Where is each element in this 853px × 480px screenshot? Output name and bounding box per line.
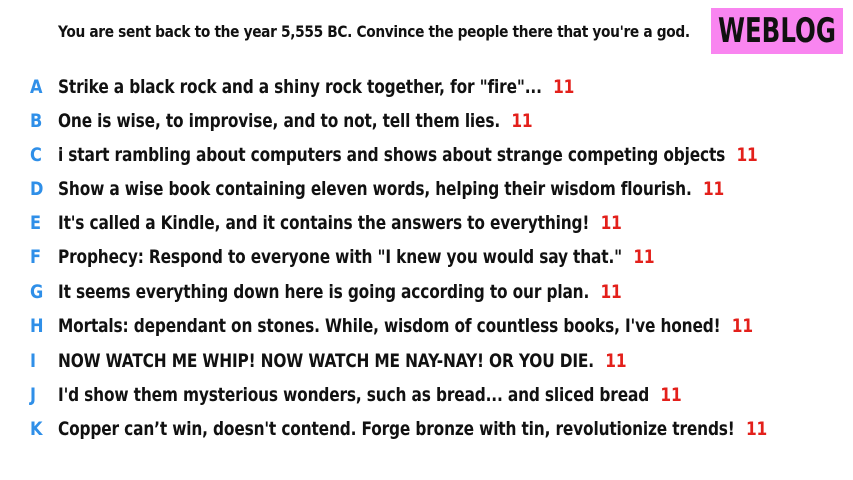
answer-letter: F (30, 246, 42, 268)
answer-line: One is wise, to improvise, and to not, t… (58, 110, 533, 132)
answer-text: Mortals: dependant on stones. While, wis… (58, 315, 721, 337)
answer-item-f: F Prophecy: Respond to everyone with "I … (0, 246, 853, 272)
answer-item-c: C i start rambling about computers and s… (0, 144, 853, 170)
answer-line: It's called a Kindle, and it contains th… (58, 212, 622, 234)
answer-item-e: E It's called a Kindle, and it contains … (0, 212, 853, 238)
vote-count: 11 (633, 246, 655, 268)
answer-letter: H (30, 315, 44, 337)
answer-text: i start rambling about computers and sho… (58, 144, 726, 166)
answer-line: Copper can’t win, doesn't contend. Forge… (58, 418, 767, 440)
answer-text: It's called a Kindle, and it contains th… (58, 212, 590, 234)
vote-count: 11 (660, 384, 682, 406)
answer-item-h: H Mortals: dependant on stones. While, w… (0, 315, 853, 341)
answer-item-b: B One is wise, to improvise, and to not,… (0, 110, 853, 136)
answer-letter: J (30, 384, 37, 406)
vote-count: 11 (600, 212, 622, 234)
answer-letter: B (30, 110, 43, 132)
answer-item-g: G It seems everything down here is going… (0, 281, 853, 307)
vote-count: 11 (600, 281, 622, 303)
vote-count: 11 (605, 350, 627, 372)
vote-count: 11 (731, 315, 753, 337)
answer-letter: G (30, 281, 44, 303)
answer-line: NOW WATCH ME WHIP! NOW WATCH ME NAY-NAY!… (58, 350, 627, 372)
answer-line: I'd show them mysterious wonders, such a… (58, 384, 682, 406)
answer-item-a: A Strike a black rock and a shiny rock t… (0, 76, 853, 102)
answer-item-k: K Copper can’t win, doesn't contend. For… (0, 418, 853, 444)
answer-item-j: J I'd show them mysterious wonders, such… (0, 384, 853, 410)
answer-text: Copper can’t win, doesn't contend. Forge… (58, 418, 735, 440)
answer-letter: E (30, 212, 42, 234)
answer-text: NOW WATCH ME WHIP! NOW WATCH ME NAY-NAY!… (58, 350, 594, 372)
answer-line: Mortals: dependant on stones. While, wis… (58, 315, 753, 337)
answer-letter: K (30, 418, 43, 440)
answer-letter: A (30, 76, 43, 98)
vote-count: 11 (702, 178, 725, 200)
answer-line: Strike a black rock and a shiny rock tog… (58, 76, 574, 98)
answer-letter: C (30, 144, 42, 166)
answer-list: A Strike a black rock and a shiny rock t… (0, 0, 853, 480)
answer-line: i start rambling about computers and sho… (58, 144, 758, 166)
vote-count: 11 (511, 110, 533, 132)
answer-item-d: D Show a wise book containing eleven wor… (0, 178, 853, 204)
answer-letter: D (30, 178, 44, 200)
answer-letter: I (30, 350, 37, 372)
answer-line: Show a wise book containing eleven words… (58, 178, 724, 200)
vote-count: 11 (736, 144, 758, 166)
vote-count: 11 (553, 76, 575, 98)
answer-text: It seems everything down here is going a… (58, 281, 590, 303)
answer-item-i: I NOW WATCH ME WHIP! NOW WATCH ME NAY-NA… (0, 350, 853, 376)
answer-text: Prophecy: Respond to everyone with "I kn… (58, 246, 623, 268)
answer-text: Strike a black rock and a shiny rock tog… (58, 76, 542, 98)
answer-text: Show a wise book containing eleven words… (58, 178, 692, 200)
answer-text: I'd show them mysterious wonders, such a… (58, 384, 650, 406)
answer-line: It seems everything down here is going a… (58, 281, 622, 303)
answer-text: One is wise, to improvise, and to not, t… (58, 110, 501, 132)
vote-count: 11 (746, 418, 768, 440)
answer-line: Prophecy: Respond to everyone with "I kn… (58, 246, 655, 268)
